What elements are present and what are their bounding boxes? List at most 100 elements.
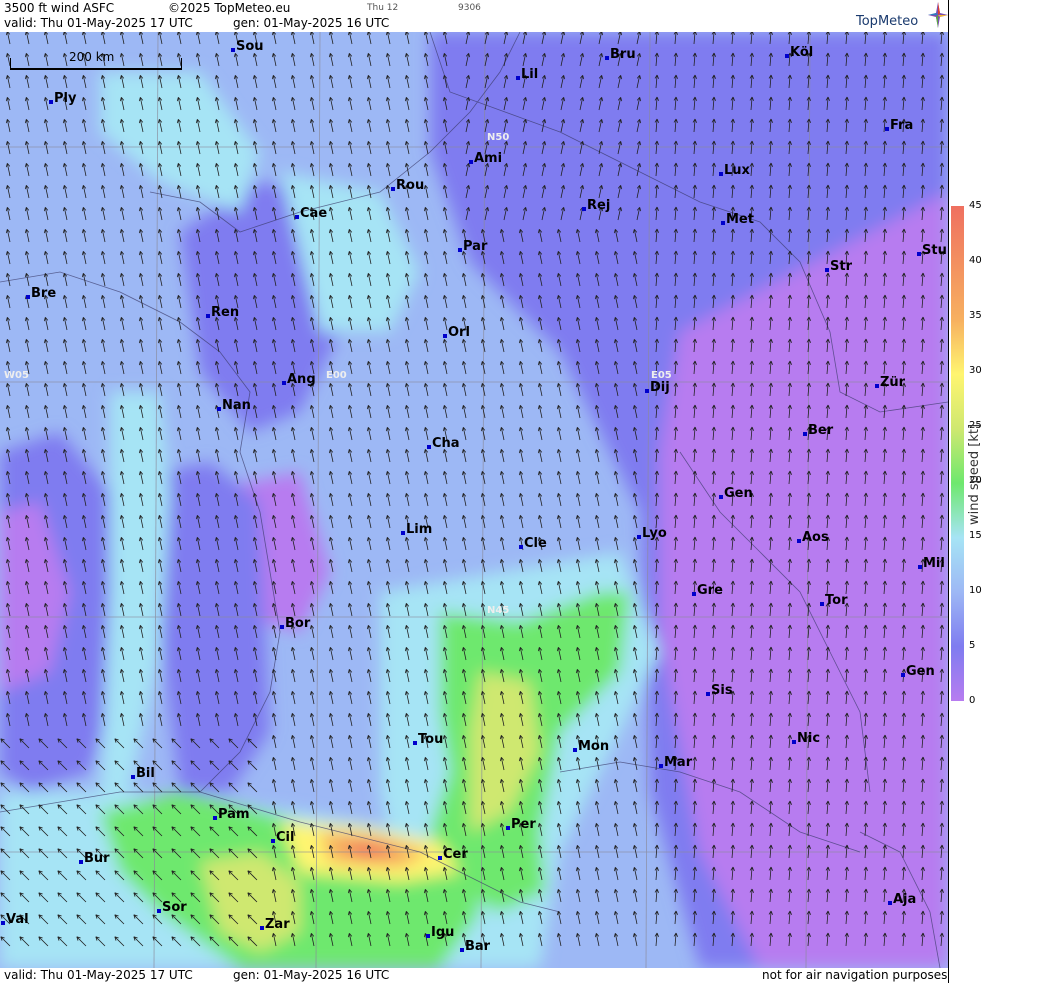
city-label: Tou [413, 732, 443, 747]
legend-tick: 40 [969, 255, 982, 266]
city-name: Stu [922, 243, 947, 258]
city-label: Lil [516, 67, 539, 82]
city-marker [516, 76, 520, 80]
legend-tick: 10 [969, 585, 982, 596]
grid-label-n45: N45 [487, 605, 510, 616]
city-name: Rou [396, 178, 425, 193]
city-name: Lux [724, 163, 750, 178]
city-marker [460, 948, 464, 952]
city-label: Mil [918, 556, 945, 571]
city-name: Gen [906, 664, 935, 679]
city-label: Met [721, 212, 754, 227]
grid-label-w05: W05 [4, 370, 29, 381]
city-name: Mon [578, 739, 610, 754]
city-label: Rou [391, 178, 425, 193]
legend-tick: 0 [969, 695, 976, 706]
city-name: Aja [893, 892, 917, 907]
legend-tick: 35 [969, 310, 982, 321]
city-marker [692, 592, 696, 596]
city-name: Per [511, 817, 536, 832]
city-marker [26, 295, 30, 299]
city-name: Met [726, 212, 754, 227]
city-name: Lyo [642, 526, 667, 541]
city-name: Igu [431, 925, 455, 940]
city-name: Nic [797, 731, 821, 746]
city-name: Ber [808, 423, 834, 438]
city-name: Pam [218, 807, 250, 822]
gen-time: gen: 01-May-2025 16 UTC [233, 16, 390, 30]
city-label: Orl [443, 325, 470, 340]
city-label: Igu [426, 925, 455, 940]
legend-tick: 15 [969, 530, 982, 541]
city-marker [131, 775, 135, 779]
city-label: Köl [785, 45, 814, 60]
city-marker [1, 921, 5, 925]
city-label: Bar [460, 939, 490, 954]
city-marker [605, 56, 609, 60]
city-marker [426, 934, 430, 938]
city-label: Ami [469, 151, 502, 166]
city-name: Ply [54, 91, 77, 106]
city-marker [413, 741, 417, 745]
city-label: Gre [692, 583, 723, 598]
compass-star-icon [928, 2, 948, 28]
city-marker [213, 816, 217, 820]
city-marker [506, 826, 510, 830]
city-marker [458, 248, 462, 252]
city-name: Par [463, 239, 488, 254]
city-label: Fra [885, 118, 914, 133]
map-header: 3500 ft wind ASFC ©2025 TopMeteo.eu Thu … [0, 0, 948, 32]
city-label: Ren [206, 305, 239, 320]
city-name: Fra [890, 118, 914, 133]
city-label: Sou [231, 39, 264, 54]
city-label: Lux [719, 163, 750, 178]
city-label: Lim [401, 522, 433, 537]
city-name: Cil [276, 830, 295, 845]
city-marker [659, 764, 663, 768]
city-name: Sou [236, 39, 264, 54]
city-marker [785, 54, 789, 58]
topmeteo-logo: TopMeteo [856, 2, 948, 30]
city-name: Cer [443, 847, 468, 862]
city-marker [295, 215, 299, 219]
city-name: Lil [521, 67, 539, 82]
city-marker [875, 384, 879, 388]
city-label: Nan [217, 398, 251, 413]
city-name: Bru [610, 47, 636, 62]
city-label: Dij [645, 380, 670, 395]
city-label: Zür [875, 375, 905, 390]
wind-map[interactable]: 200 km N50 N45 W05 E00 E05 Sou Bru Köl Ply L… [0, 32, 948, 968]
footer-valid-time: valid: Thu 01-May-2025 17 UTC [4, 968, 193, 982]
city-marker [438, 856, 442, 860]
city-marker [280, 625, 284, 629]
legend-title: wind speed [kt] [967, 423, 982, 525]
city-name: Mar [664, 755, 693, 770]
city-marker [427, 445, 431, 449]
city-label: Bre [26, 286, 56, 301]
copyright: ©2025 TopMeteo.eu [168, 1, 291, 15]
city-marker [719, 495, 723, 499]
wind-speed-legend: 45 40 35 30 25 20 15 10 5 0 wind speed [… [948, 0, 1039, 983]
city-name: Val [6, 912, 29, 927]
city-name: Str [830, 259, 852, 274]
city-name: Köl [790, 45, 814, 60]
colorbar [951, 206, 964, 701]
city-name: Orl [448, 325, 470, 340]
city-label: Bur [79, 851, 110, 866]
city-name: Gre [697, 583, 723, 598]
city-name: Lim [406, 522, 433, 537]
city-name: Cha [432, 436, 460, 451]
city-label: Aos [797, 530, 829, 545]
city-label: Lyo [637, 526, 667, 541]
city-marker [391, 187, 395, 191]
city-marker [706, 692, 710, 696]
city-name: Bil [136, 766, 155, 781]
city-marker [645, 389, 649, 393]
map-footer: valid: Thu 01-May-2025 17 UTC gen: 01-Ma… [0, 968, 948, 983]
wind-field-svg [0, 32, 948, 968]
city-name: Bur [84, 851, 110, 866]
city-marker [901, 673, 905, 677]
valid-time: valid: Thu 01-May-2025 17 UTC [4, 16, 193, 30]
city-marker [885, 127, 889, 131]
city-marker [803, 432, 807, 436]
